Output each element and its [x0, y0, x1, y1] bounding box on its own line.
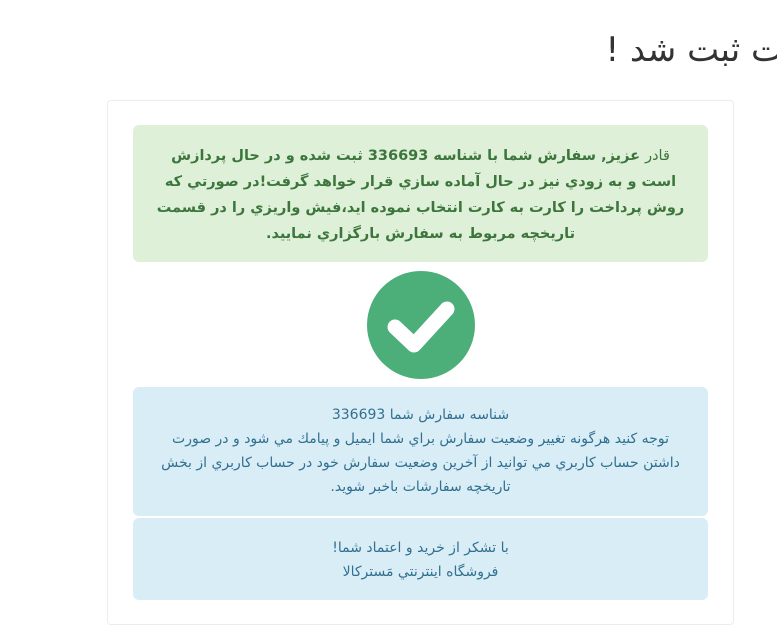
order-info-alert: شناسه سفارش شما 336693 توجه كنيد هرگونه …	[133, 387, 708, 516]
success-message: عزيز, سفارش شما با شناسه 336693 ثبت شده …	[156, 148, 685, 242]
page-title: ت ثبت شد !	[605, 30, 777, 70]
order-status-notice: توجه كنيد هرگونه تغيير وضعيت سفارش براي …	[161, 431, 680, 495]
order-id-line: شناسه سفارش شما 336693	[331, 407, 510, 423]
page: ت ثبت شد ! قادر عزيز, سفارش شما با شناسه…	[0, 0, 777, 633]
success-alert: قادر عزيز, سفارش شما با شناسه 336693 ثبت…	[133, 125, 708, 262]
thanks-alert: با تشكر از خريد و اعتماد شما! فروشگاه اي…	[133, 518, 708, 600]
order-confirmation-card: قادر عزيز, سفارش شما با شناسه 336693 ثبت…	[107, 100, 734, 625]
check-circle-icon	[367, 271, 475, 379]
thanks-line: با تشكر از خريد و اعتماد شما!	[332, 540, 509, 556]
customer-name: قادر	[645, 148, 670, 164]
store-name: فروشگاه اينترنتي مَستركالا	[342, 564, 499, 580]
